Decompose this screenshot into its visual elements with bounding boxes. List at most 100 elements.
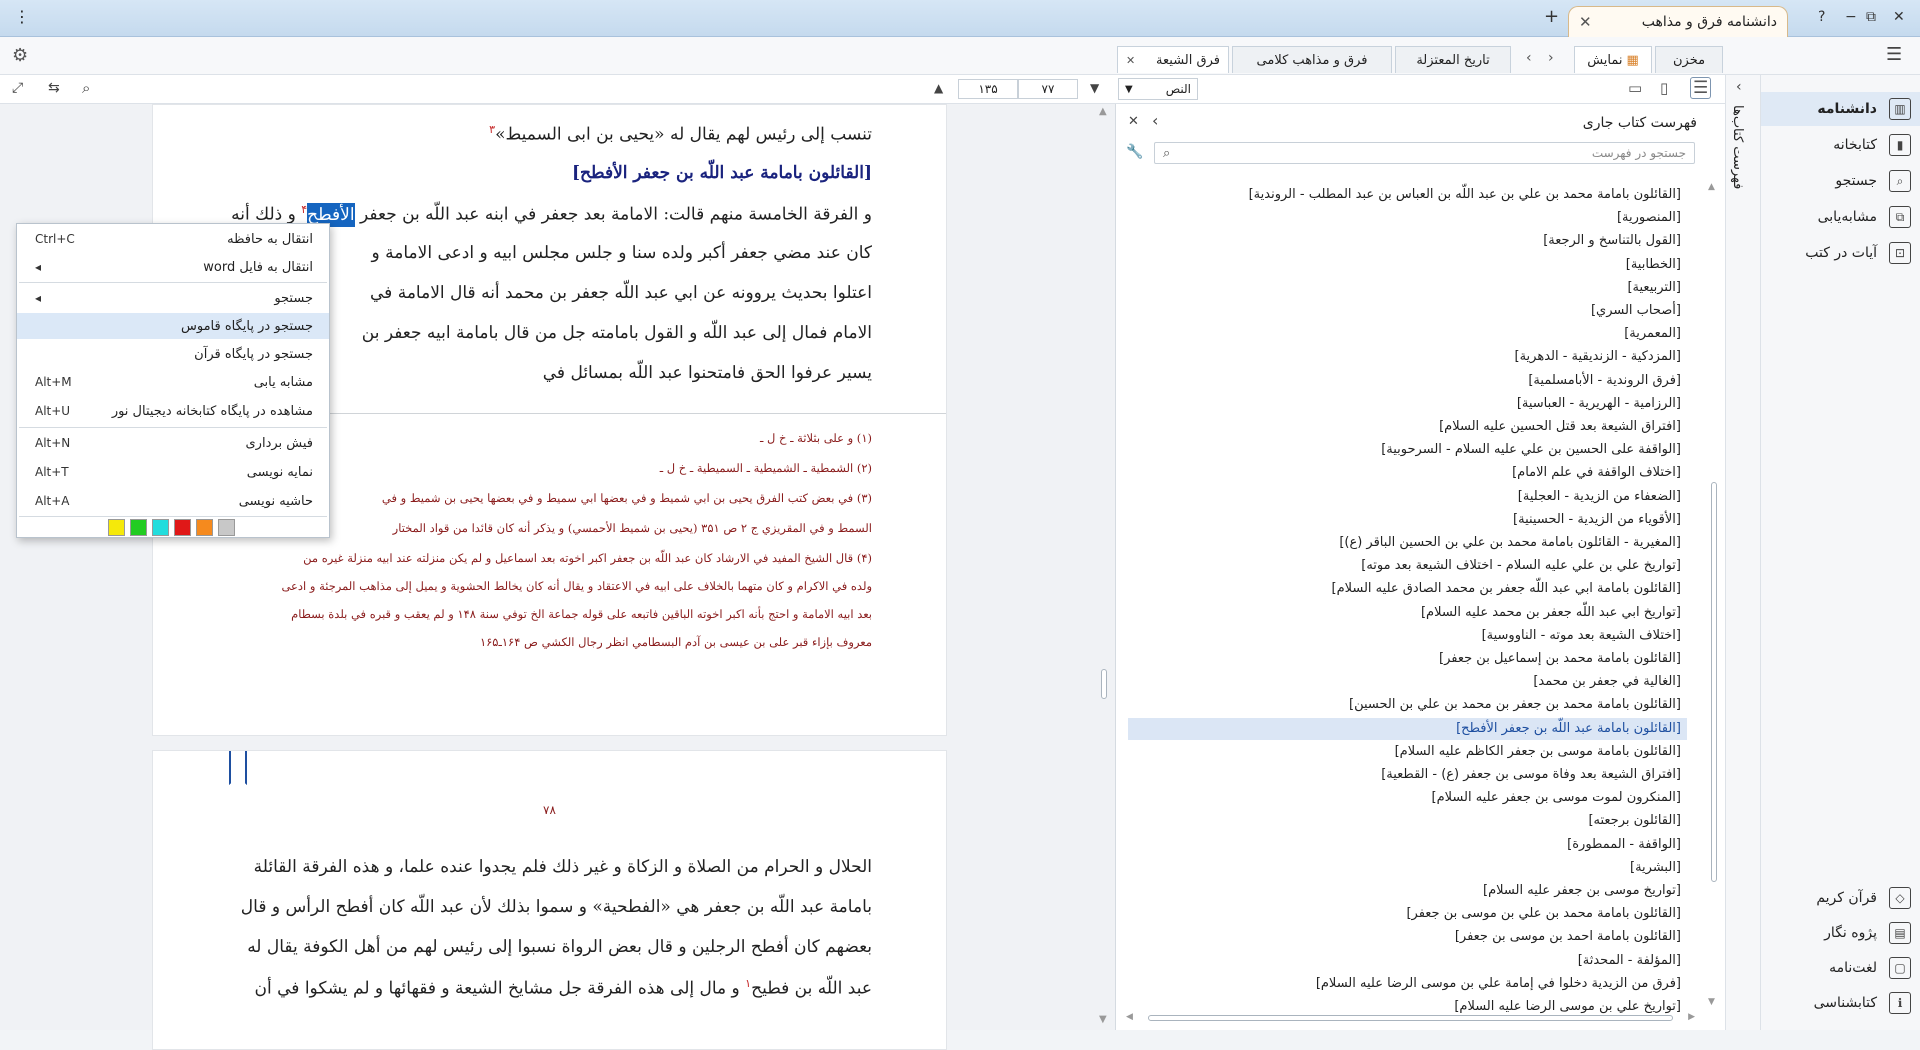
settings-gear-icon[interactable]: ⚙ [12, 45, 28, 66]
highlight-color-red[interactable] [174, 519, 191, 536]
toc-item[interactable]: [القائلون بامامة محمد بن إسماعيل بن جعفر… [1439, 648, 1681, 670]
toc-search-field[interactable]: ⌕ جستجو در فهرست [1154, 142, 1695, 164]
scroll-thumb[interactable] [1711, 482, 1717, 882]
minimize-button[interactable]: − [1845, 9, 1857, 25]
toc-item[interactable]: [المؤلفة - المحدثة] [1578, 950, 1681, 972]
toc-item[interactable]: [القائلون بامامة عبد اللّه بن جعفر الأفط… [1128, 717, 1687, 740]
toc-item[interactable]: [الأقوياء من الزيدية - الحسينية] [1513, 509, 1681, 531]
scroll-up-icon[interactable]: ▲ [1708, 182, 1715, 192]
toc-item[interactable]: [اختلاف الشيعة بعد موته - الناووسية] [1482, 625, 1681, 647]
menu-item-margin[interactable]: حاشیه نویسی Alt+A [17, 488, 329, 514]
toc-item[interactable]: [فرق من الزيدية دخلوا في إمامة علي بن مو… [1316, 973, 1681, 995]
page-down-icon[interactable]: ▼ [1090, 81, 1099, 95]
highlight-color-gray[interactable] [218, 519, 235, 536]
sidebar-item-search[interactable]: جستجو ⌕ [1761, 164, 1920, 198]
toc-item[interactable]: [الواقفة علی الحسين بن علي عليه السلام -… [1381, 439, 1681, 461]
tab-book-2[interactable]: فرق و مذاهب کلامی [1232, 46, 1392, 73]
toc-item[interactable]: [تواريخ موسی بن جعفر عليه السلام] [1483, 880, 1681, 902]
prev-tab-icon[interactable]: ‹ [1526, 50, 1532, 66]
scroll-down-icon[interactable]: ▼ [1099, 1014, 1107, 1025]
compare-icon[interactable]: ⇆ [48, 80, 60, 96]
sidebar-item-verses[interactable]: آیات در کتب ⊡ [1761, 236, 1920, 270]
reader-scrollbar[interactable]: ▲ ▼ [1097, 104, 1111, 1030]
app-tab[interactable]: دانشنامه فرق و مذاهب ✕ [1568, 6, 1788, 37]
menu-item-search[interactable]: جستجو ◂ [17, 285, 329, 311]
hscroll-thumb[interactable] [1148, 1015, 1673, 1021]
tab-book-1[interactable]: فرق الشیعة ✕ [1117, 46, 1229, 73]
tab-display[interactable]: ▦ نمایش [1574, 46, 1652, 73]
new-tab-button[interactable]: + [1544, 6, 1559, 27]
scroll-down-icon[interactable]: ▼ [1708, 997, 1715, 1007]
toc-item[interactable]: [المعمرية] [1624, 323, 1681, 345]
toc-item[interactable]: [تواريخ علي بن علي عليه السلام - اختلاف … [1361, 555, 1681, 577]
layout-double-icon[interactable]: ▯ [1660, 79, 1668, 97]
toc-item[interactable]: [المزدكية - الزنديقية - الدهرية] [1515, 346, 1681, 368]
toc-item[interactable]: [التربيعية] [1627, 277, 1681, 299]
toc-item[interactable]: [افتراق الشيعة بعد وفاة موسی بن جعفر (ع)… [1381, 764, 1681, 786]
scroll-thumb[interactable] [1101, 669, 1107, 699]
menu-item-search-dict[interactable]: جستجو در پایگاه قاموس [17, 313, 329, 339]
highlight-color-yellow[interactable] [108, 519, 125, 536]
toc-hscrollbar[interactable]: ◀ ▶ [1126, 1012, 1695, 1024]
highlight-color-orange[interactable] [196, 519, 213, 536]
page-number-input[interactable]: ۷۷ [1018, 79, 1078, 99]
scroll-up-icon[interactable]: ▲ [1099, 106, 1107, 117]
toc-item[interactable]: [المغيرية - القائلون بامامة محمد بن علي … [1339, 532, 1681, 554]
highlight-color-cyan[interactable] [152, 519, 169, 536]
wrench-icon[interactable]: 🔧 [1126, 144, 1143, 160]
scroll-left-icon[interactable]: ◀ [1126, 1012, 1133, 1022]
menu-item-search-quran[interactable]: جستجو در پایگاه قرآن [17, 341, 329, 367]
sidebar-item-similarity[interactable]: مشابه‌یابی ⧉ [1761, 200, 1920, 234]
toc-scrollbar[interactable]: ▲ ▼ [1708, 182, 1720, 1012]
menu-item-similar[interactable]: مشابه یابی Alt+M [17, 369, 329, 395]
expand-icon[interactable]: ⤢ [12, 80, 23, 96]
toc-item[interactable]: [البشرية] [1630, 857, 1681, 879]
bookmark-icon[interactable] [229, 751, 247, 785]
sidebar-item-dictionary[interactable]: لغت‌نامه ▢ [1761, 951, 1920, 985]
sidebar-item-quran[interactable]: قرآن کریم ◇ [1761, 881, 1920, 915]
layout-list-icon[interactable]: ☰ [1690, 77, 1712, 99]
toc-item[interactable]: [القائلون برجعته] [1588, 810, 1681, 832]
toc-item[interactable]: [الرزامية - الهريرية - العباسية] [1517, 393, 1681, 415]
close-panel-icon[interactable]: ✕ [1128, 114, 1139, 129]
toc-item[interactable]: [الغالية في جعفر بن محمد] [1533, 671, 1681, 693]
toc-item[interactable]: [افتراق الشيعة بعد قتل الحسين عليه السلا… [1439, 416, 1681, 438]
layout-single-icon[interactable]: ▭ [1628, 79, 1642, 97]
tab-book-3[interactable]: تاریخ المعتزلة [1395, 46, 1511, 73]
page-up-icon[interactable]: ▲ [934, 81, 943, 95]
tab-close-icon[interactable]: ✕ [1126, 54, 1135, 67]
toc-item[interactable]: [تواريخ ابي عبد اللّه جعفر بن محمد عليه … [1421, 602, 1681, 624]
app-tab-close-icon[interactable]: ✕ [1579, 13, 1592, 31]
toc-item[interactable]: [اختلاف الواقفة في علم الامام] [1512, 462, 1681, 484]
sidebar-item-encyclopedia[interactable]: دانشنامه ▥ [1761, 92, 1920, 126]
scroll-right-icon[interactable]: ▶ [1688, 1012, 1695, 1022]
toc-item[interactable]: [فرق الروندية - الأبامسلمية] [1528, 370, 1681, 392]
search-icon[interactable]: ⌕ [82, 79, 90, 97]
sidebar-item-research[interactable]: پژوه نگار ▤ [1761, 916, 1920, 950]
toc-item[interactable]: [الخطابية] [1626, 254, 1681, 276]
toc-item[interactable]: [الضعفاء من الزيدية - العجلية] [1518, 486, 1681, 508]
help-button[interactable]: ? [1818, 9, 1825, 25]
collapse-icon[interactable]: ‹ [1736, 79, 1742, 95]
toc-item[interactable]: [القائلون بامامة محمد بن جعفر بن محمد بن… [1349, 694, 1681, 716]
toc-item[interactable]: [القائلون بامامة ابي عبد اللّه جعفر بن م… [1332, 578, 1682, 600]
menu-item-to-word[interactable]: انتقال به فایل word ◂ [17, 254, 329, 280]
toc-item[interactable]: [القائلون بامامة محمد بن علي بن موسی بن … [1406, 903, 1681, 925]
book-toc-strip[interactable]: ‹ فهرست کتاب‌ها [1725, 75, 1760, 1030]
restore-button[interactable]: ⧉ [1866, 9, 1876, 25]
sidebar-item-library[interactable]: کتابخانه ▮ [1761, 128, 1920, 162]
toc-item[interactable]: [القول بالتناسخ و الرجعة] [1543, 230, 1681, 252]
toc-item[interactable]: [القائلون بامامة احمد بن موسی بن جعفر] [1455, 926, 1681, 948]
mode-select[interactable]: ▼ النص [1118, 78, 1198, 100]
toc-item[interactable]: [القائلون بامامة موسی بن جعفر الكاظم علي… [1395, 741, 1681, 763]
back-icon[interactable]: ‹ [1152, 111, 1158, 130]
menu-item-copy[interactable]: انتقال به حافظه Ctrl+C [17, 226, 329, 252]
next-tab-icon[interactable]: › [1548, 50, 1554, 66]
tab-store[interactable]: مخزن [1655, 46, 1723, 73]
menu-item-index[interactable]: نمایه نویسی Alt+T [17, 459, 329, 485]
close-window-button[interactable]: ✕ [1893, 9, 1905, 25]
hamburger-icon[interactable]: ☰ [1886, 44, 1902, 65]
toc-item[interactable]: [المنصورية] [1617, 207, 1681, 229]
toc-item[interactable]: [الواقفة - الممطورة] [1567, 834, 1681, 856]
toc-item[interactable]: [القائلون بامامة محمد بن علي بن عبد اللّ… [1249, 184, 1681, 206]
